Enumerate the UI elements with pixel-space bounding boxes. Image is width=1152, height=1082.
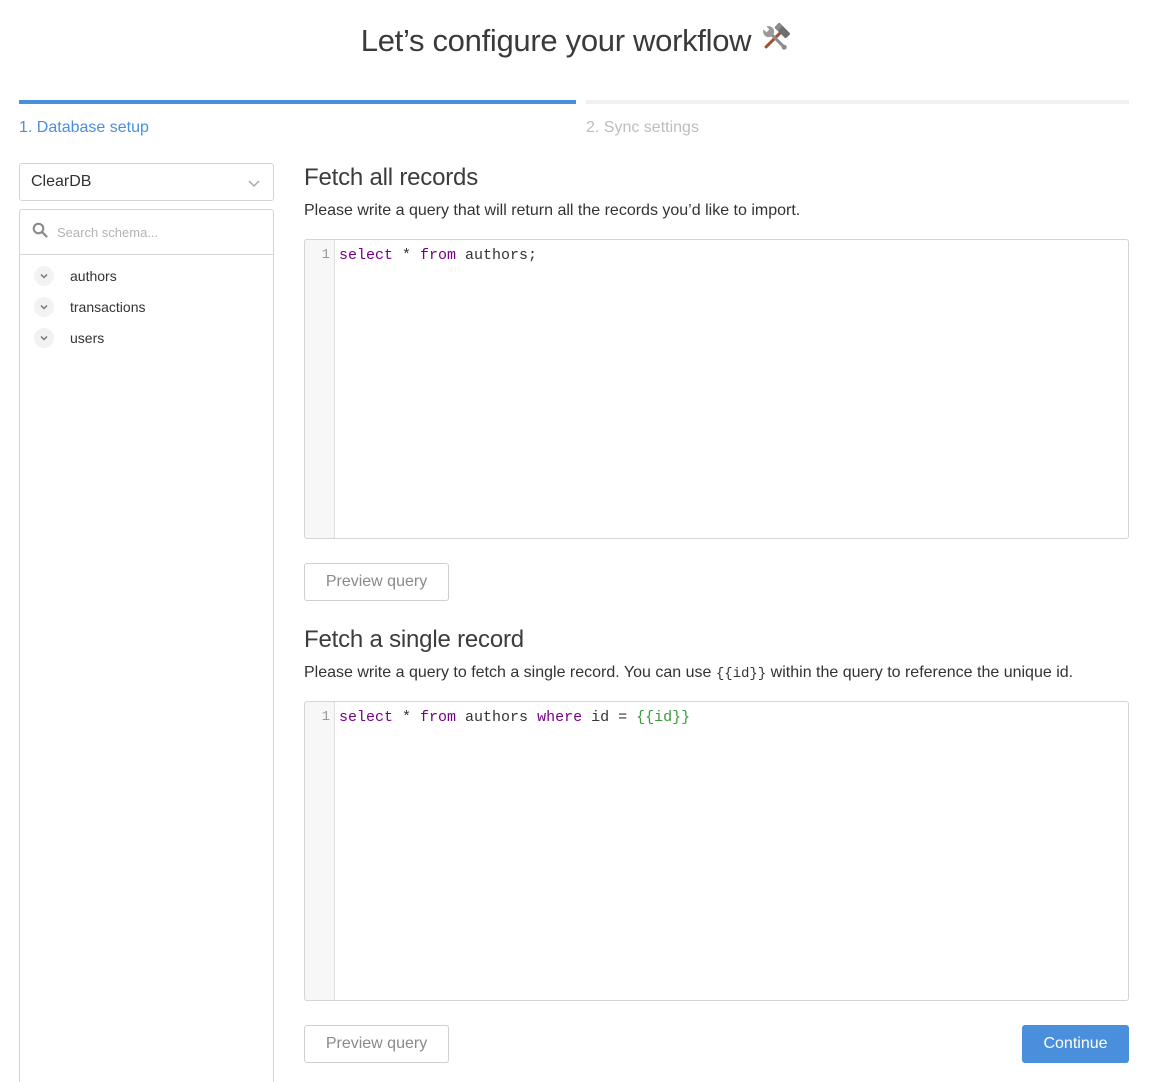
- query-code[interactable]: select * from authors where id = {{id}}: [335, 702, 690, 1000]
- query-token: *: [393, 247, 421, 264]
- schema-table-item[interactable]: authors: [20, 260, 273, 291]
- chevron-down-icon[interactable]: [34, 327, 54, 348]
- query-token: id =: [582, 709, 637, 726]
- hammer-and-wrench-icon: [759, 22, 791, 62]
- fetch-single-title: Fetch a single record: [304, 626, 524, 653]
- schema-table-list: authors transactions users: [20, 255, 273, 353]
- query-token: select: [339, 709, 394, 726]
- query-token: from: [420, 247, 457, 264]
- step-database-setup[interactable]: 1. Database setup: [19, 119, 149, 137]
- id-placeholder-code: {{id}}: [715, 666, 767, 682]
- query-token: authors;: [456, 247, 538, 264]
- database-select-value: ClearDB: [31, 173, 92, 190]
- schema-search-input[interactable]: [57, 224, 257, 240]
- fetch-single-query-editor[interactable]: 1 select * from authors where id = {{id}…: [304, 701, 1129, 1001]
- database-select[interactable]: ClearDB: [19, 163, 274, 201]
- query-token: select: [339, 247, 394, 264]
- preview-query-button[interactable]: Preview query: [304, 1025, 449, 1063]
- page-title: Let’s configure your workflow: [0, 22, 1152, 62]
- schema-table-name: authors: [70, 267, 117, 284]
- continue-button[interactable]: Continue: [1022, 1025, 1129, 1063]
- search-icon: [32, 222, 48, 243]
- step-progress-bar-2: [586, 100, 1129, 104]
- description-text: Please write a query to fetch a single r…: [304, 664, 716, 681]
- query-code[interactable]: select * from authors;: [335, 240, 537, 538]
- step-sync-settings[interactable]: 2. Sync settings: [586, 119, 699, 137]
- line-number-gutter: 1: [305, 240, 335, 538]
- line-number: 1: [321, 709, 330, 725]
- query-token: authors: [456, 709, 538, 726]
- query-token: *: [393, 709, 421, 726]
- fetch-all-title: Fetch all records: [304, 164, 478, 191]
- description-text: within the query to reference the unique…: [766, 664, 1074, 681]
- line-number: 1: [321, 247, 330, 263]
- query-token: from: [420, 709, 457, 726]
- query-token: where: [537, 709, 583, 726]
- schema-table-item[interactable]: transactions: [20, 291, 273, 322]
- line-number-gutter: 1: [305, 702, 335, 1000]
- step-progress-bar-1: [19, 100, 576, 104]
- page-title-text: Let’s configure your workflow: [360, 23, 752, 58]
- schema-table-name: users: [70, 329, 105, 346]
- chevron-down-icon[interactable]: [34, 265, 54, 286]
- schema-search: [20, 210, 273, 255]
- fetch-all-description: Please write a query that will return al…: [304, 202, 801, 219]
- fetch-single-description: Please write a query to fetch a single r…: [304, 664, 1073, 682]
- chevron-down-icon[interactable]: [34, 296, 54, 317]
- query-token: {{id}}: [636, 709, 691, 726]
- preview-query-button[interactable]: Preview query: [304, 563, 449, 601]
- chevron-down-icon: [247, 176, 261, 195]
- fetch-all-query-editor[interactable]: 1 select * from authors;: [304, 239, 1129, 539]
- schema-table-item[interactable]: users: [20, 322, 273, 353]
- schema-browser: authors transactions users: [19, 209, 274, 1082]
- schema-table-name: transactions: [70, 298, 146, 315]
